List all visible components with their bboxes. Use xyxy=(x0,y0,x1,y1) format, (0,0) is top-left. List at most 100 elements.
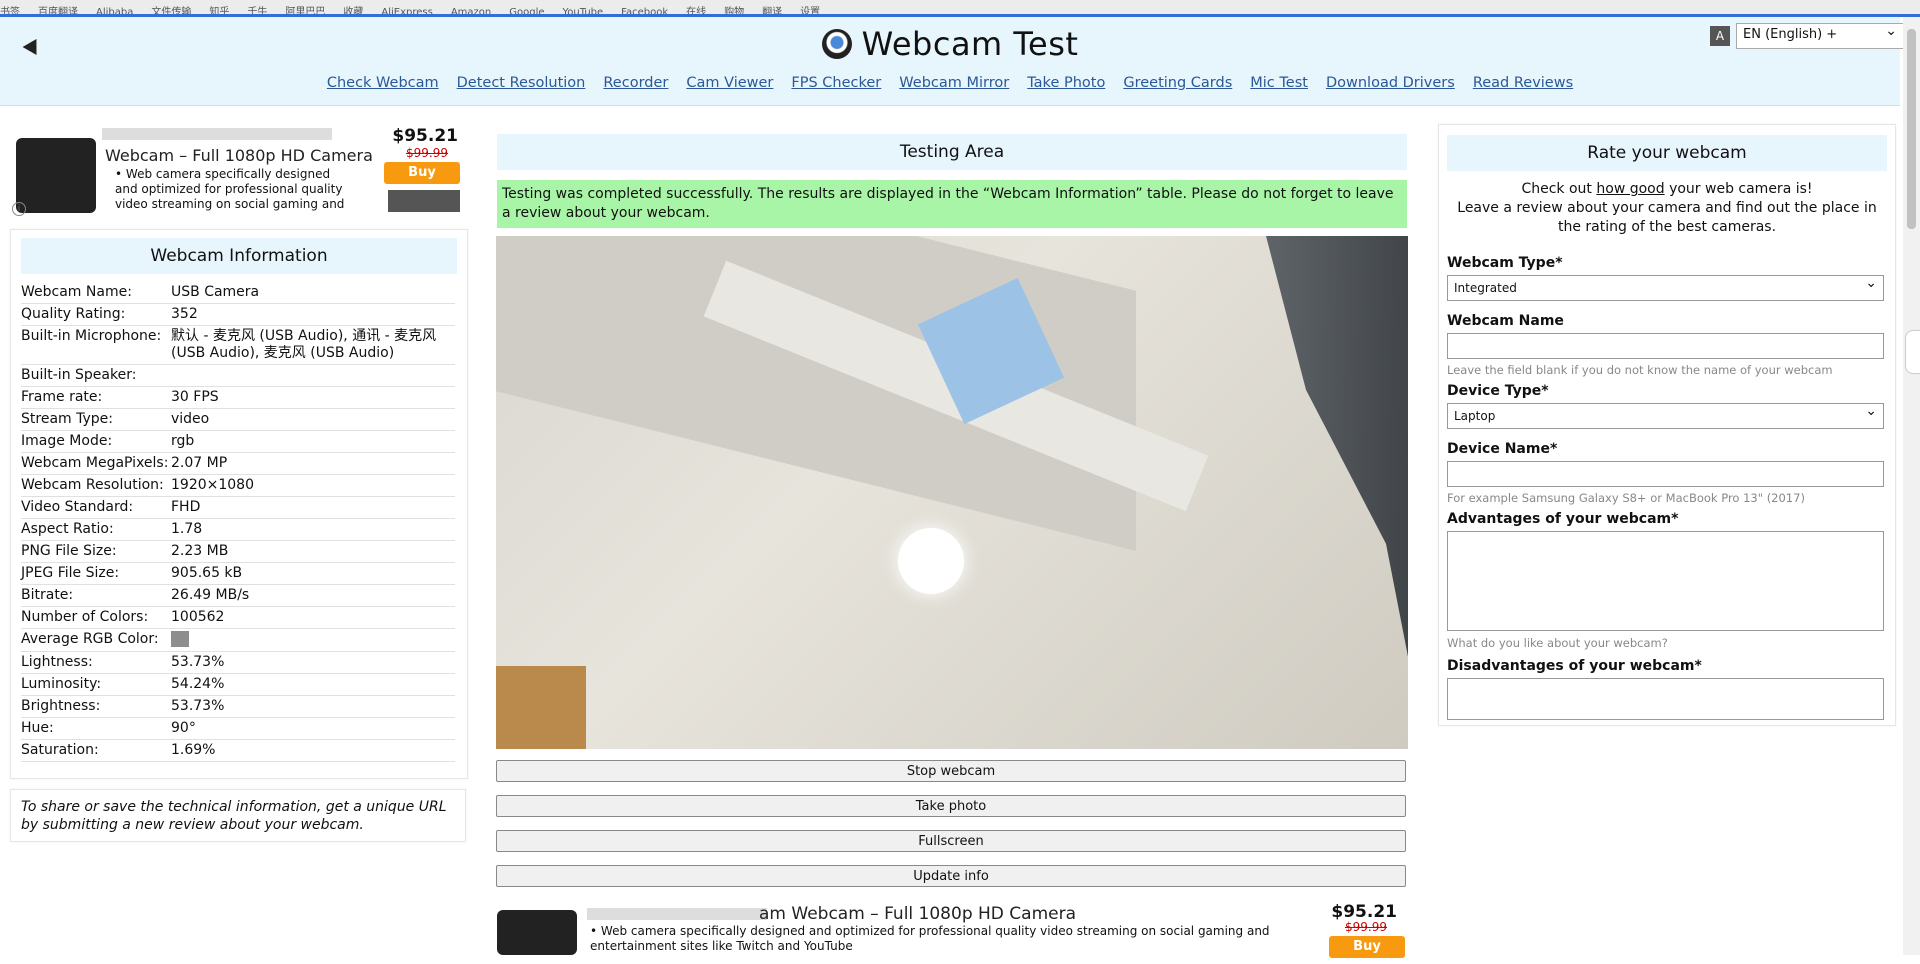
bookmark-item[interactable]: 百度翻译 xyxy=(38,8,78,15)
nav-link-greeting-cards[interactable]: Greeting Cards xyxy=(1123,75,1232,91)
info-row: Aspect Ratio: 1.78 xyxy=(21,519,455,541)
info-key: Number of Colors: xyxy=(21,609,149,625)
ad-bottom-product-image[interactable] xyxy=(497,910,577,955)
product-ad[interactable]: Webcam – Full 1080p HD Camera • Web came… xyxy=(12,124,468,220)
bookmark-item[interactable]: 阿里巴巴 xyxy=(285,8,325,15)
info-value: FHD xyxy=(171,499,201,515)
nav-link-detect-resolution[interactable]: Detect Resolution xyxy=(457,75,586,91)
bookmark-item[interactable]: 文件传输 xyxy=(151,8,191,15)
advantages-hint: What do you like about your webcam? xyxy=(1447,636,1668,650)
bookmark-item[interactable]: 购物 xyxy=(724,8,744,15)
bookmark-item[interactable]: YouTube xyxy=(563,8,604,15)
info-row: PNG File Size: 2.23 MB xyxy=(21,541,455,563)
how-good-link[interactable]: how good xyxy=(1596,181,1664,197)
bookmark-item[interactable]: 翻译 xyxy=(762,8,782,15)
disadvantages-label: Disadvantages of your webcam* xyxy=(1447,658,1702,674)
info-row: Image Mode: rgb xyxy=(21,431,455,453)
bookmark-item[interactable]: 收藏 xyxy=(343,8,363,15)
info-key: Stream Type: xyxy=(21,411,113,427)
nav-link-check-webcam[interactable]: Check Webcam xyxy=(327,75,439,91)
webcam-video-feed[interactable] xyxy=(496,236,1408,749)
rate-intro: Check out how good your web camera is! L… xyxy=(1457,181,1877,235)
site-header: Webcam Test Check Webcam Detect Resolutio… xyxy=(0,17,1904,106)
ad-bottom-title[interactable]: am Webcam – Full 1080p HD Camera xyxy=(759,904,1076,924)
stop-webcam-button[interactable]: Stop webcam xyxy=(496,760,1406,782)
info-key: Frame rate: xyxy=(21,389,103,405)
take-photo-button[interactable]: Take photo xyxy=(496,795,1406,817)
nav-link-mic-test[interactable]: Mic Test xyxy=(1250,75,1308,91)
ad-title[interactable]: Webcam – Full 1080p HD Camera xyxy=(105,146,373,165)
info-key: Quality Rating: xyxy=(21,306,126,322)
bookmark-item[interactable]: Google xyxy=(509,8,544,15)
info-value: 100562 xyxy=(171,609,225,625)
info-value: 53.73% xyxy=(171,654,225,670)
info-row: Average RGB Color: xyxy=(21,629,455,652)
language-select[interactable]: EN (English) + xyxy=(1736,23,1904,49)
webcam-info-heading: Webcam Information xyxy=(21,238,457,274)
nav-link-fps-checker[interactable]: FPS Checker xyxy=(791,75,881,91)
ad-bottom-old-price: $99.99 xyxy=(1345,920,1387,934)
nav-link-take-photo[interactable]: Take Photo xyxy=(1027,75,1105,91)
device-type-select[interactable]: Laptop xyxy=(1447,403,1884,429)
info-value: 1.69% xyxy=(171,742,216,758)
page-scrollbar[interactable] xyxy=(1903,17,1920,955)
nav-link-recorder[interactable]: Recorder xyxy=(603,75,668,91)
ad-blurred-text xyxy=(102,128,332,140)
info-row: JPEG File Size: 905.65 kB xyxy=(21,563,455,585)
advantages-textarea[interactable] xyxy=(1447,531,1884,631)
device-type-label: Device Type* xyxy=(1447,383,1549,399)
video-scene-light xyxy=(898,528,964,594)
video-scene-box xyxy=(496,666,586,749)
translate-icon[interactable]: A xyxy=(1710,26,1730,46)
webcam-info-panel: Webcam Information Webcam Name: USB Camer… xyxy=(10,229,468,779)
info-key: Built-in Speaker: xyxy=(21,367,137,383)
bookmark-item[interactable]: 知乎 xyxy=(209,8,229,15)
info-row: Built-in Microphone: 默认 - 麦克风 (USB Audio)… xyxy=(21,326,455,365)
info-value: 26.49 MB/s xyxy=(171,587,250,603)
info-value: 2.23 MB xyxy=(171,543,229,559)
ad-info-icon[interactable]: i xyxy=(12,202,26,216)
info-key: Webcam Name: xyxy=(21,284,132,300)
side-widget-tab[interactable] xyxy=(1905,330,1920,374)
info-row: Quality Rating: 352 xyxy=(21,304,455,326)
nav-link-webcam-mirror[interactable]: Webcam Mirror xyxy=(899,75,1009,91)
device-name-hint: For example Samsung Galaxy S8+ or MacBoo… xyxy=(1447,491,1805,505)
bookmark-item[interactable]: AliExpress xyxy=(381,8,432,15)
bookmark-item[interactable]: 千牛 xyxy=(247,8,267,15)
success-message: Testing was completed successfully. The … xyxy=(497,180,1407,228)
webcam-name-input[interactable] xyxy=(1447,333,1884,359)
nav-link-cam-viewer[interactable]: Cam Viewer xyxy=(686,75,773,91)
testing-heading: Testing Area xyxy=(497,134,1407,170)
fullscreen-button[interactable]: Fullscreen xyxy=(496,830,1406,852)
nav-link-read-reviews[interactable]: Read Reviews xyxy=(1473,75,1573,91)
video-scene-chair xyxy=(1266,236,1408,749)
webcam-type-select[interactable]: Integrated xyxy=(1447,275,1884,301)
bookmark-item[interactable]: Alibaba xyxy=(96,8,133,15)
bookmark-item[interactable]: Facebook xyxy=(621,8,668,15)
product-ad-bottom[interactable]: am Webcam – Full 1080p HD Camera • Web c… xyxy=(497,902,1407,964)
info-key: Webcam Resolution: xyxy=(21,477,164,493)
info-value: USB Camera xyxy=(171,284,260,300)
webcam-type-label: Webcam Type* xyxy=(1447,255,1563,271)
main-nav: Check Webcam Detect Resolution Recorder Cam… xyxy=(0,72,1900,91)
update-info-button[interactable]: Update info xyxy=(496,865,1406,887)
info-key: Luminosity: xyxy=(21,676,102,692)
ad-buy-button[interactable]: Buy xyxy=(384,162,460,184)
bookmark-item[interactable]: 书签 xyxy=(0,8,20,15)
nav-link-download-drivers[interactable]: Download Drivers xyxy=(1326,75,1455,91)
disadvantages-textarea[interactable] xyxy=(1447,678,1884,720)
ad-product-image[interactable] xyxy=(16,138,96,213)
bookmark-item[interactable]: 在线 xyxy=(686,8,706,15)
info-value: rgb xyxy=(171,433,195,449)
device-name-input[interactable] xyxy=(1447,461,1884,487)
info-row: Lightness: 53.73% xyxy=(21,652,455,674)
info-key: Lightness: xyxy=(21,654,93,670)
bookmark-item[interactable]: 设置 xyxy=(800,8,820,15)
scroll-thumb[interactable] xyxy=(1907,29,1916,229)
ad-thumbnail[interactable] xyxy=(388,190,460,212)
bookmark-item[interactable]: Amazon xyxy=(451,8,491,15)
site-title[interactable]: Webcam Test xyxy=(0,25,1900,63)
advantages-label: Advantages of your webcam* xyxy=(1447,511,1679,527)
info-value: 默认 - 麦克风 (USB Audio), 通讯 - 麦克风 (USB Audi… xyxy=(171,328,437,361)
ad-bottom-description: • Web camera specifically designed and o… xyxy=(590,924,1270,953)
